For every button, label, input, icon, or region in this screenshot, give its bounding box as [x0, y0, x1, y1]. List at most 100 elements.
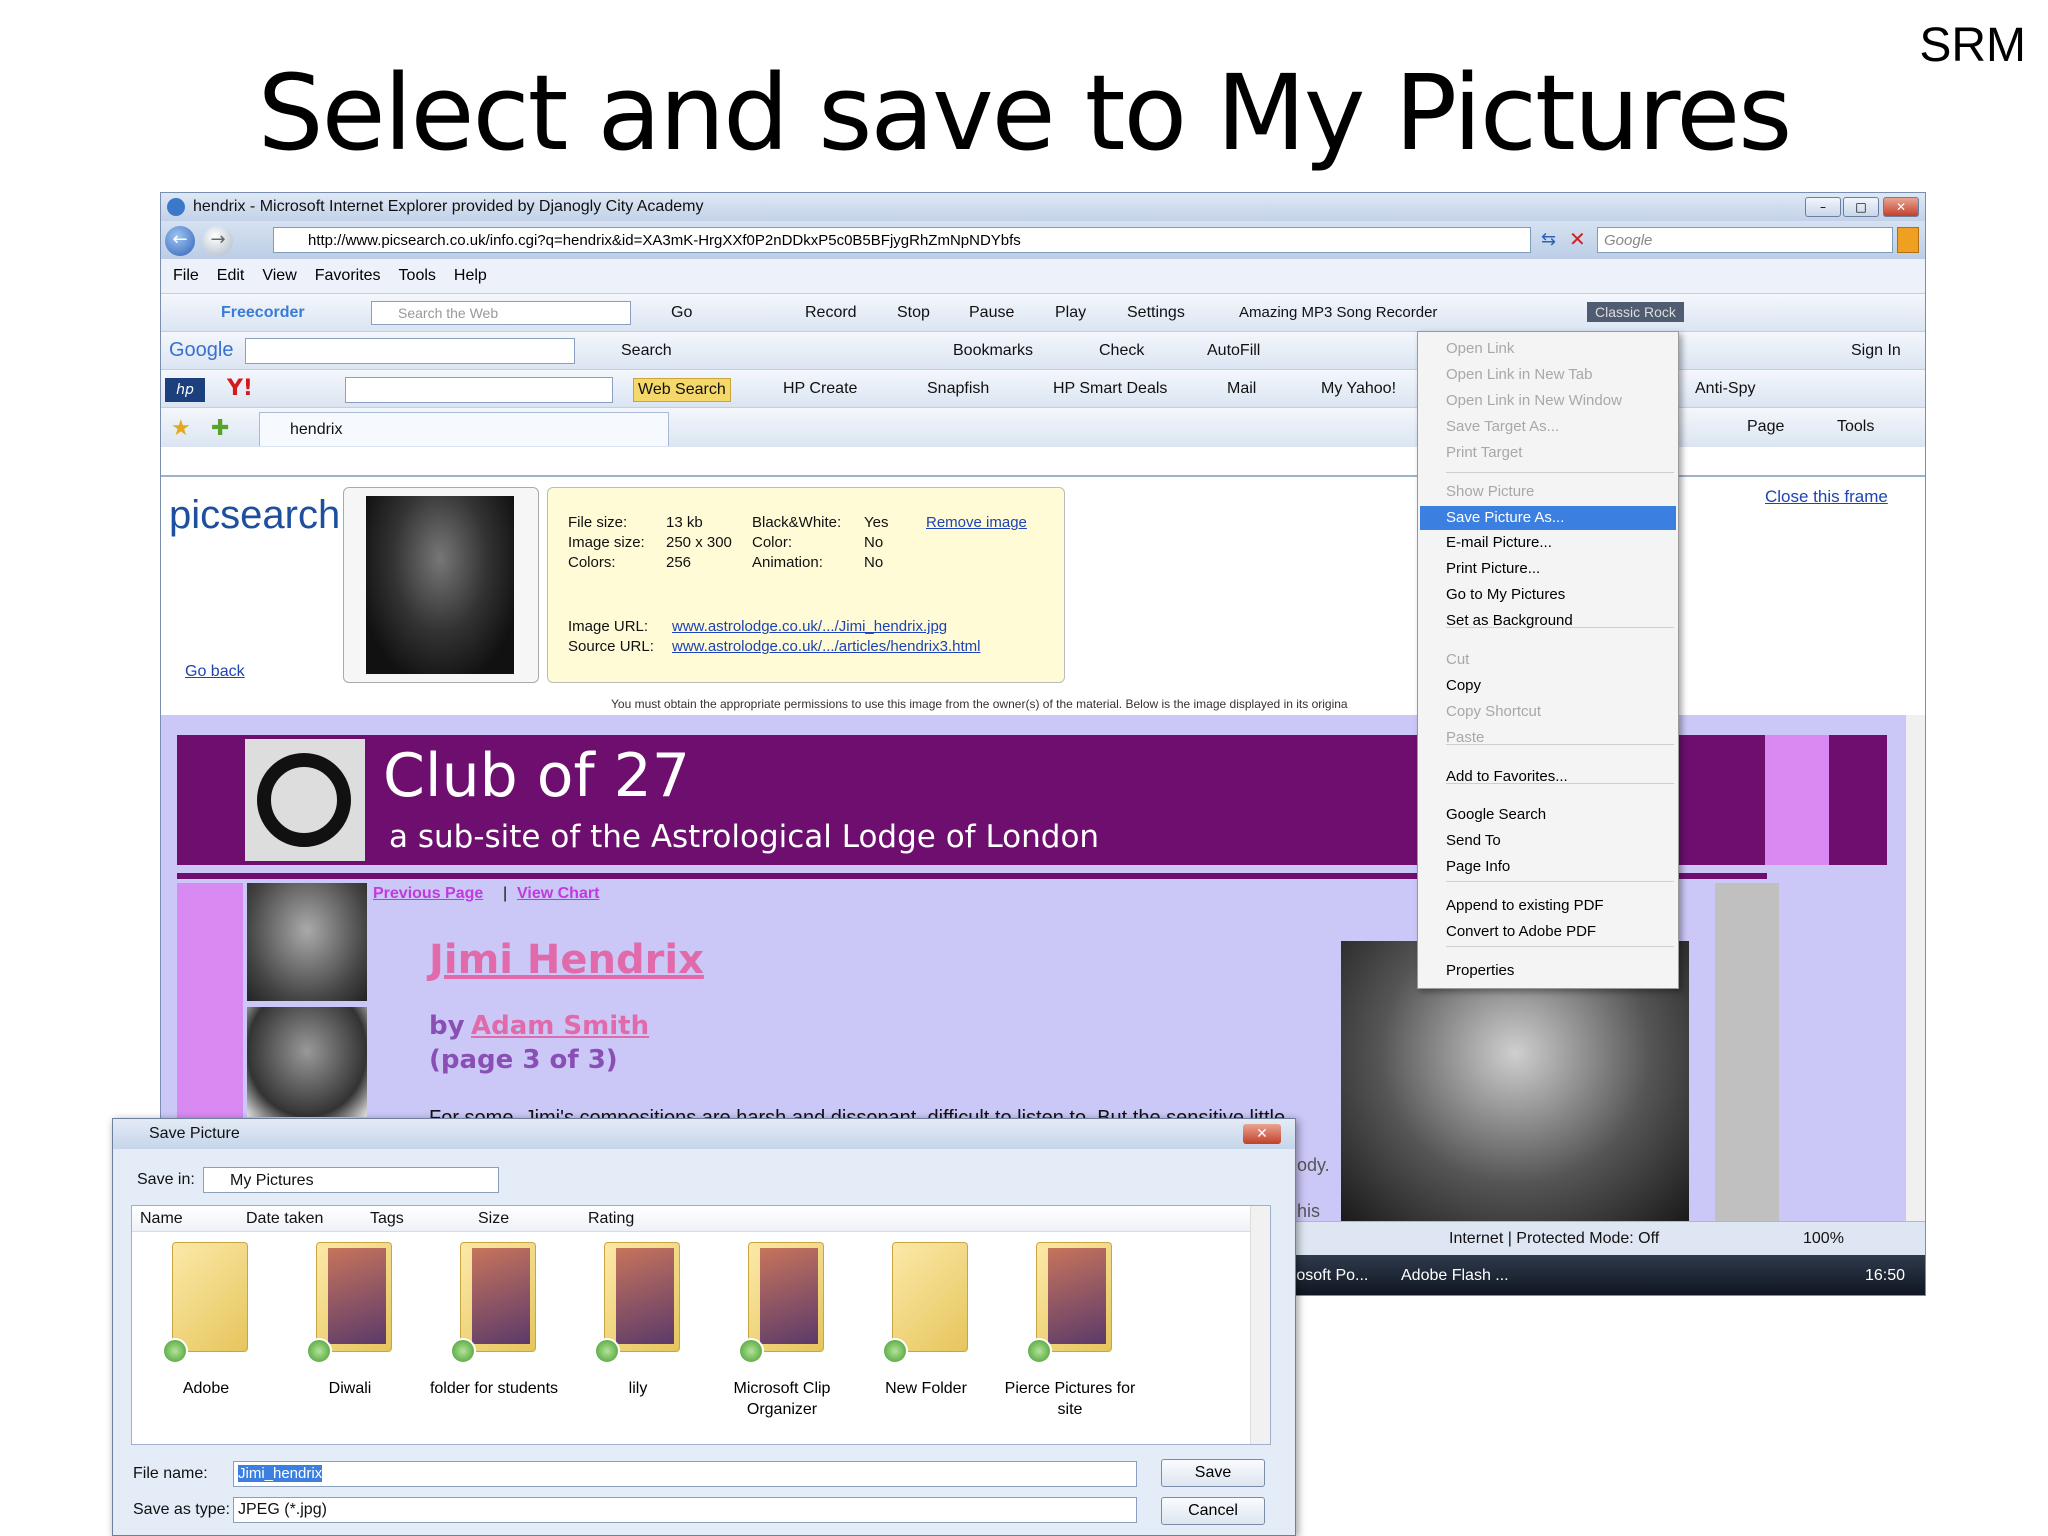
- context-menu-item[interactable]: Add to Favorites...: [1420, 765, 1676, 789]
- author-link[interactable]: Adam Smith: [471, 1011, 649, 1041]
- stop-button[interactable]: Stop: [897, 304, 930, 322]
- context-menu-item[interactable]: E-mail Picture...: [1420, 531, 1676, 555]
- context-menu-item[interactable]: Go to My Pictures: [1420, 583, 1676, 607]
- google-search-button[interactable]: Search: [621, 342, 672, 360]
- tab-hendrix[interactable]: hendrix: [259, 412, 669, 446]
- page-scrollbar[interactable]: [1905, 715, 1925, 1221]
- file-list: Name Date taken Tags Size Rating Adobe Di…: [131, 1205, 1271, 1445]
- zoom-level[interactable]: 100%: [1803, 1230, 1844, 1248]
- context-menu-item[interactable]: Append to existing PDF: [1420, 894, 1676, 918]
- go-back-link[interactable]: Go back: [185, 663, 245, 681]
- page-indicator: (page 3 of 3): [429, 1045, 618, 1075]
- menu-edit[interactable]: Edit: [217, 267, 245, 285]
- yahoo-search-input[interactable]: [345, 377, 613, 403]
- remove-image-link[interactable]: Remove image: [926, 514, 1027, 531]
- record-button[interactable]: Record: [805, 304, 857, 322]
- context-menu-item[interactable]: Convert to Adobe PDF: [1420, 920, 1676, 944]
- column-name[interactable]: Name: [140, 1210, 183, 1228]
- hendrix-thumbnail[interactable]: [366, 496, 514, 674]
- hp-smart-deals-button[interactable]: HP Smart Deals: [1053, 380, 1167, 398]
- address-bar-row: ← → http://www.picsearch.co.uk/info.cgi?…: [161, 221, 1925, 259]
- menu-file[interactable]: File: [173, 267, 199, 285]
- freecorder-button[interactable]: Freecorder: [221, 304, 305, 322]
- previous-page-link[interactable]: Previous Page: [373, 885, 483, 903]
- back-button[interactable]: ←: [165, 226, 195, 256]
- context-menu-item[interactable]: Copy: [1420, 674, 1676, 698]
- image-size-label: Image size:: [568, 534, 645, 551]
- bookmarks-button[interactable]: Bookmarks: [953, 342, 1033, 360]
- settings-button[interactable]: Settings: [1127, 304, 1185, 322]
- column-rating[interactable]: Rating: [588, 1210, 634, 1228]
- search-box[interactable]: Google: [1597, 227, 1893, 253]
- context-menu-item[interactable]: Properties: [1420, 959, 1676, 983]
- column-date-taken[interactable]: Date taken: [246, 1210, 323, 1228]
- anti-spy-button[interactable]: Anti-Spy: [1695, 380, 1755, 398]
- mail-button[interactable]: Mail: [1227, 380, 1256, 398]
- context-menu-item[interactable]: Print Picture...: [1420, 557, 1676, 581]
- close-button[interactable]: ✕: [1883, 197, 1919, 217]
- snapfish-button[interactable]: Snapfish: [927, 380, 989, 398]
- search-web-input[interactable]: Search the Web: [371, 301, 631, 325]
- pause-button[interactable]: Pause: [969, 304, 1014, 322]
- context-menu-item[interactable]: Page Info: [1420, 855, 1676, 879]
- folder-item[interactable]: lily: [578, 1242, 698, 1442]
- source-url-link[interactable]: www.astrolodge.co.uk/.../articles/hendri…: [672, 638, 980, 655]
- check-button[interactable]: Check: [1099, 342, 1144, 360]
- menu-view[interactable]: View: [262, 267, 296, 285]
- context-menu-item[interactable]: Set as Background: [1420, 609, 1676, 633]
- column-tags[interactable]: Tags: [370, 1210, 404, 1228]
- add-favorites-icon[interactable]: ✚: [211, 416, 229, 441]
- minimize-button[interactable]: –: [1805, 197, 1841, 217]
- tools-menu-button[interactable]: Tools: [1837, 418, 1874, 436]
- menu-help[interactable]: Help: [454, 267, 487, 285]
- menu-favorites[interactable]: Favorites: [315, 267, 381, 285]
- image-info-box: File size: 13 kb Image size: 250 x 300 C…: [547, 487, 1065, 683]
- stop-icon[interactable]: ✕: [1569, 227, 1586, 252]
- folder-item[interactable]: Pierce Pictures for site: [1005, 1242, 1135, 1442]
- folder-item[interactable]: folder for students: [430, 1242, 558, 1442]
- search-options-icon[interactable]: [1897, 227, 1919, 253]
- forward-button[interactable]: →: [203, 226, 233, 256]
- folder-item[interactable]: Microsoft Clip Organizer: [722, 1242, 842, 1442]
- view-chart-link[interactable]: View Chart: [517, 885, 599, 903]
- file-size-value: 13 kb: [666, 514, 703, 531]
- maximize-button[interactable]: □: [1843, 197, 1879, 217]
- context-menu-item[interactable]: Send To: [1420, 829, 1676, 853]
- sync-badge-icon: [450, 1338, 476, 1364]
- close-frame-link[interactable]: Close this frame: [1765, 487, 1888, 507]
- taskbar-adobe-flash[interactable]: Adobe Flash ...: [1401, 1267, 1509, 1285]
- context-menu-item[interactable]: Save Picture As...: [1420, 506, 1676, 530]
- favorites-star-icon[interactable]: ★: [171, 416, 191, 441]
- folder-item[interactable]: Adobe: [146, 1242, 266, 1442]
- mp3-recorder-button[interactable]: Amazing MP3 Song Recorder: [1239, 304, 1437, 321]
- autofill-button[interactable]: AutoFill: [1207, 342, 1260, 360]
- folder-item[interactable]: Diwali: [290, 1242, 410, 1442]
- dialog-close-button[interactable]: ✕: [1243, 1124, 1281, 1144]
- image-url-link[interactable]: www.astrolodge.co.uk/.../Jimi_hendrix.jp…: [672, 618, 947, 635]
- context-menu-item: Show Picture: [1446, 483, 1535, 500]
- cancel-button[interactable]: Cancel: [1161, 1497, 1265, 1525]
- taskbar-powerpoint[interactable]: rosoft Po...: [1291, 1267, 1368, 1285]
- file-name-input[interactable]: Jimi_hendrix: [233, 1461, 1137, 1487]
- menu-tools[interactable]: Tools: [399, 267, 436, 285]
- save-button[interactable]: Save: [1161, 1459, 1265, 1487]
- save-in-select[interactable]: My Pictures: [203, 1167, 499, 1193]
- context-menu-item: Open Link in New Window: [1446, 392, 1622, 409]
- web-search-button[interactable]: Web Search: [633, 378, 731, 402]
- address-input[interactable]: http://www.picsearch.co.uk/info.cgi?q=he…: [273, 227, 1531, 253]
- station-select[interactable]: Classic Rock: [1587, 302, 1684, 322]
- context-menu-item[interactable]: Google Search: [1420, 803, 1676, 827]
- page-menu-button[interactable]: Page: [1747, 418, 1784, 436]
- hp-create-button[interactable]: HP Create: [783, 380, 857, 398]
- google-search-input[interactable]: [245, 338, 575, 364]
- my-yahoo-button[interactable]: My Yahoo!: [1321, 380, 1396, 398]
- go-button[interactable]: Go: [671, 304, 692, 322]
- refresh-icon[interactable]: ⇆: [1541, 229, 1556, 250]
- column-size[interactable]: Size: [478, 1210, 509, 1228]
- menu-separator: [1446, 472, 1674, 473]
- play-button[interactable]: Play: [1055, 304, 1086, 322]
- file-list-scrollbar[interactable]: [1250, 1206, 1270, 1444]
- sign-in-button[interactable]: Sign In: [1851, 342, 1901, 360]
- folder-item[interactable]: New Folder: [866, 1242, 986, 1442]
- save-type-select[interactable]: JPEG (*.jpg): [233, 1497, 1137, 1523]
